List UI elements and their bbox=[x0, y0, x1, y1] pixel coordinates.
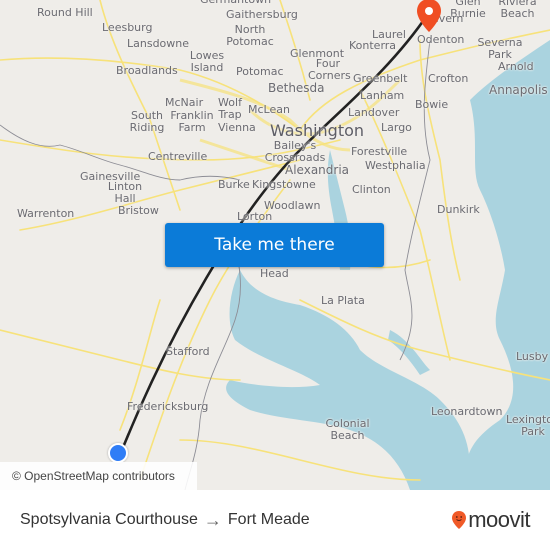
brand-name: moovit bbox=[468, 507, 530, 532]
place-label: Burke bbox=[218, 178, 250, 191]
place-label: Forestville bbox=[351, 145, 408, 158]
place-label: Greenbelt bbox=[353, 72, 408, 85]
map-pin-icon[interactable] bbox=[416, 0, 442, 34]
place-label: Lusby bbox=[516, 350, 549, 363]
place-label: Landover bbox=[348, 106, 400, 119]
place-label: Leonardtown bbox=[431, 405, 503, 418]
origin-dot-icon[interactable] bbox=[108, 443, 128, 463]
place-label: Lexington Park bbox=[505, 413, 550, 438]
place-label: Bowie bbox=[415, 98, 449, 111]
place-label: Crofton bbox=[428, 72, 469, 85]
place-label: Bailey's Crossroads bbox=[264, 139, 326, 164]
place-label: Round Hill bbox=[37, 6, 93, 19]
place-label: Lowes Island bbox=[189, 49, 225, 74]
place-label: Dunkirk bbox=[437, 203, 480, 216]
place-label: Head bbox=[260, 267, 289, 280]
place-label: Konterra bbox=[349, 39, 397, 52]
place-label: Washington bbox=[270, 121, 365, 140]
place-label: Colonial Beach bbox=[325, 417, 370, 442]
moovit-logo[interactable]: moovit bbox=[451, 490, 530, 550]
place-label: Lansdowne bbox=[127, 37, 190, 50]
place-label: Westphalia bbox=[365, 159, 426, 172]
place-label: Potomac bbox=[236, 65, 284, 78]
place-label: Woodlawn bbox=[264, 199, 321, 212]
place-label: South Riding bbox=[129, 109, 165, 134]
footer: Spotsylvania Courthouse → Fort Meade moo… bbox=[0, 490, 550, 550]
place-label: Odenton bbox=[417, 33, 465, 46]
place-label: Leesburg bbox=[102, 21, 153, 34]
map-attribution[interactable]: © OpenStreetMap contributors bbox=[0, 462, 197, 490]
place-label: Germantown bbox=[200, 0, 271, 6]
place-label: Stafford bbox=[166, 345, 210, 358]
place-label: Alexandria bbox=[285, 163, 350, 177]
map[interactable]: Round Hill Leesburg Lansdowne Broadlands… bbox=[0, 0, 550, 490]
place-label: Clinton bbox=[352, 183, 391, 196]
place-label: Bethesda bbox=[268, 81, 325, 95]
place-label: Vienna bbox=[218, 121, 256, 134]
place-label: McNair bbox=[165, 96, 204, 109]
place-label: North Potomac bbox=[226, 23, 274, 48]
place-label: McLean bbox=[248, 103, 290, 116]
place-label: Warrenton bbox=[17, 207, 75, 220]
place-label: Fredericksburg bbox=[127, 400, 209, 413]
place-label: La Plata bbox=[321, 294, 365, 307]
place-label: Centreville bbox=[148, 150, 208, 163]
place-label: Arnold bbox=[498, 60, 534, 73]
take-me-there-button[interactable]: Take me there bbox=[165, 223, 384, 267]
place-label: Franklin Farm bbox=[170, 109, 214, 134]
place-label: Broadlands bbox=[116, 64, 178, 77]
destination-name: Fort Meade bbox=[227, 511, 310, 528]
place-label: Four Corners bbox=[308, 57, 351, 82]
place-label: Bristow bbox=[118, 204, 159, 217]
place-label: Lanham bbox=[360, 89, 405, 102]
place-label: Riviera Beach bbox=[498, 0, 537, 20]
place-label: Gaithersburg bbox=[226, 8, 298, 21]
route-summary: Spotsylvania Courthouse → Fort Meade bbox=[20, 490, 310, 550]
origin-name: Spotsylvania Courthouse bbox=[20, 511, 198, 528]
arrow-right-icon: → bbox=[203, 509, 222, 530]
place-label: Wolf Trap bbox=[218, 96, 242, 121]
moovit-pin-icon bbox=[452, 511, 467, 529]
place-label: Severna Park bbox=[477, 36, 523, 61]
place-label: Kingstowne bbox=[252, 178, 316, 191]
place-label: Annapolis bbox=[489, 83, 548, 97]
place-label: Lorton bbox=[237, 210, 273, 223]
place-label: Linton Hall bbox=[107, 180, 143, 205]
place-label: Largo bbox=[381, 121, 412, 134]
